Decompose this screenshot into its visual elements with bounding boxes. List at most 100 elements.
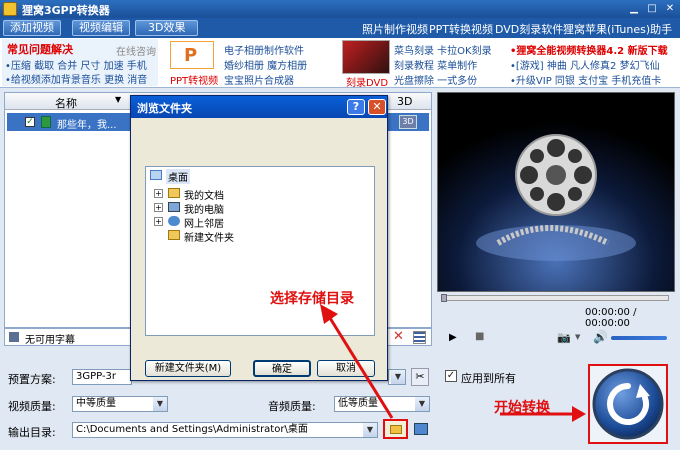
- apply-all-label[interactable]: 应用到所有: [461, 370, 516, 386]
- folder-tree[interactable]: 桌面 + 我的文档 + 我的电脑 + 网上邻居 新建文件夹: [145, 166, 375, 336]
- mid-line-2[interactable]: 婚纱相册 魔方相册: [224, 57, 307, 72]
- link-photo-video[interactable]: 照片制作视频: [362, 21, 428, 37]
- maximize-icon[interactable]: □: [644, 2, 660, 16]
- apply-all-checkbox[interactable]: ✓: [445, 370, 457, 382]
- settings-tools-icon[interactable]: ✂: [411, 368, 429, 386]
- dvd-label[interactable]: 刻录DVD: [346, 74, 388, 89]
- edit-video-button[interactable]: 视频编辑: [72, 20, 130, 36]
- dialog-close-button[interactable]: ✕: [368, 99, 386, 115]
- camera-dropdown-icon[interactable]: ▼: [575, 333, 580, 341]
- video-quality-combo[interactable]: 中等质量 ▼: [72, 396, 168, 412]
- dvd-line-3[interactable]: 光盘擦除 一式多份: [394, 72, 477, 87]
- network-icon: [168, 216, 180, 226]
- seek-handle[interactable]: [441, 294, 447, 302]
- output-path-combo[interactable]: C:\Documents and Settings\Administrator\…: [72, 422, 378, 438]
- dialog-title-bar: 浏览文件夹 ? ✕: [131, 96, 387, 118]
- add-video-button[interactable]: 添加视频: [3, 20, 61, 36]
- video-file-icon: [41, 116, 51, 128]
- annotation-start-convert: 开始转换: [494, 400, 550, 416]
- tree-item-documents[interactable]: 我的文档: [184, 187, 224, 202]
- expand-icon[interactable]: +: [154, 203, 163, 212]
- mid-line-1[interactable]: 电子相册制作软件: [224, 42, 304, 57]
- video-quality-value: 中等质量: [76, 398, 116, 409]
- new-folder-icon: [168, 230, 180, 240]
- ppt-label[interactable]: PPT转视频: [170, 72, 218, 87]
- film-reel-logo-icon: [438, 93, 674, 291]
- player-controls: ▶ ■ 📷 ▼ 🔊: [437, 326, 675, 350]
- app-logo-icon: [3, 2, 17, 16]
- dialog-title: 浏览文件夹: [137, 102, 192, 115]
- link-ppt-video[interactable]: PPT转换视频: [429, 21, 493, 37]
- open-folder-icon[interactable]: [414, 423, 428, 435]
- app-title: 狸窝3GPP转换器: [22, 4, 110, 17]
- audio-quality-value: 低等质量: [338, 398, 378, 409]
- faq-line-1[interactable]: •压缩 截取 合并 尺寸 加速 手机: [5, 57, 147, 72]
- stop-icon[interactable]: ■: [475, 331, 484, 342]
- main-toolbar: 添加视频 视频编辑 3D效果 照片制作视频 PPT转换视频 DVD刻录软件 狸窝…: [0, 18, 680, 38]
- chevron-down-icon[interactable]: ▼: [391, 370, 405, 384]
- sort-arrow-icon[interactable]: ▼: [115, 95, 121, 104]
- subtitle-value[interactable]: 无可用字幕: [25, 331, 75, 346]
- browse-folder-button[interactable]: [383, 419, 408, 439]
- documents-folder-icon: [168, 188, 180, 198]
- tree-item-network[interactable]: 网上邻居: [184, 215, 224, 230]
- computer-icon: [168, 202, 180, 212]
- row-name: 那些年，我...: [57, 120, 117, 131]
- row-checkbox[interactable]: ✓: [25, 117, 35, 127]
- chevron-down-icon[interactable]: ▼: [363, 423, 377, 437]
- col-3d-header[interactable]: 3D: [397, 95, 412, 108]
- preset-value: 3GPP-3r: [76, 371, 117, 382]
- 3d-icon[interactable]: 3D: [399, 115, 417, 129]
- dvd-line-2[interactable]: 刻录教程 菜单制作: [394, 57, 477, 72]
- expand-icon[interactable]: +: [154, 217, 163, 226]
- faq-title[interactable]: 常见问题解决: [7, 41, 73, 57]
- subtitle-icon: [9, 332, 19, 342]
- delete-icon[interactable]: ✕: [393, 329, 404, 344]
- right-line-2[interactable]: •[游戏] 神曲 凡人修真2 梦幻飞仙: [510, 57, 660, 72]
- chevron-down-icon[interactable]: ▼: [153, 397, 167, 411]
- chevron-down-icon[interactable]: ▼: [415, 397, 429, 411]
- video-quality-label: 视频质量:: [8, 400, 56, 413]
- effect-3d-button[interactable]: 3D效果: [135, 20, 199, 36]
- ppt-icon[interactable]: P: [170, 41, 214, 69]
- dvd-line-1[interactable]: 菜鸟刻录 卡拉OK刻录: [394, 42, 492, 57]
- faq-box: 常见问题解决 在线咨询 •压缩 截取 合并 尺寸 加速 手机 •给视频添加背景音…: [2, 39, 158, 86]
- annotation-choose-dir: 选择存储目录: [270, 291, 354, 307]
- faq-online[interactable]: 在线咨询: [116, 43, 156, 58]
- output-label: 输出目录:: [8, 426, 56, 439]
- convert-icon[interactable]: [590, 366, 666, 442]
- minimize-icon[interactable]: ▁: [626, 2, 642, 16]
- close-icon[interactable]: ✕: [662, 2, 678, 16]
- convert-button-frame[interactable]: [588, 364, 668, 444]
- play-icon[interactable]: ▶: [449, 332, 457, 343]
- link-itunes-helper[interactable]: 狸窝苹果(iTunes)助手: [563, 21, 672, 37]
- col-name-header[interactable]: 名称: [55, 95, 77, 111]
- volume-icon[interactable]: 🔊: [593, 330, 608, 344]
- new-folder-button[interactable]: 新建文件夹(M): [145, 360, 231, 377]
- faq-line-2[interactable]: •给视频添加背景音乐 更换 消音: [5, 71, 147, 86]
- link-dvd-burn[interactable]: DVD刻录软件: [495, 21, 563, 37]
- help-button[interactable]: ?: [347, 99, 365, 115]
- preset-combo[interactable]: 3GPP-3r: [72, 369, 132, 385]
- camera-icon[interactable]: 📷: [557, 331, 571, 344]
- preset-label: 预置方案:: [8, 373, 56, 386]
- folder-icon: [390, 425, 402, 434]
- preset-dropdown[interactable]: ▼: [388, 369, 406, 385]
- list-clear-icon[interactable]: [413, 331, 426, 344]
- audio-quality-combo[interactable]: 低等质量 ▼: [334, 396, 430, 412]
- tree-item-new-folder[interactable]: 新建文件夹: [184, 229, 234, 244]
- right-line-3[interactable]: •升级VIP 同银 支付宝 手机充值卡: [510, 72, 661, 87]
- browse-folder-dialog: 浏览文件夹 ? ✕ 桌面 + 我的文档 + 我的电脑 + 网上邻居 新建文件夹 …: [130, 95, 388, 381]
- dvd-thumbnail[interactable]: [342, 40, 390, 74]
- tree-item-computer[interactable]: 我的电脑: [184, 201, 224, 216]
- volume-slider[interactable]: [611, 336, 667, 340]
- audio-quality-label: 音频质量:: [268, 400, 316, 413]
- ok-button[interactable]: 确定: [253, 360, 311, 377]
- cancel-button[interactable]: 取消: [317, 360, 375, 377]
- mid-line-3[interactable]: 宝宝照片合成器: [224, 72, 294, 87]
- right-line-1[interactable]: •狸窝全能视频转换器4.2 新版下载: [510, 42, 668, 57]
- tree-root[interactable]: 桌面: [166, 169, 190, 184]
- video-preview: [437, 92, 675, 292]
- expand-icon[interactable]: +: [154, 189, 163, 198]
- seek-bar[interactable]: [441, 294, 669, 302]
